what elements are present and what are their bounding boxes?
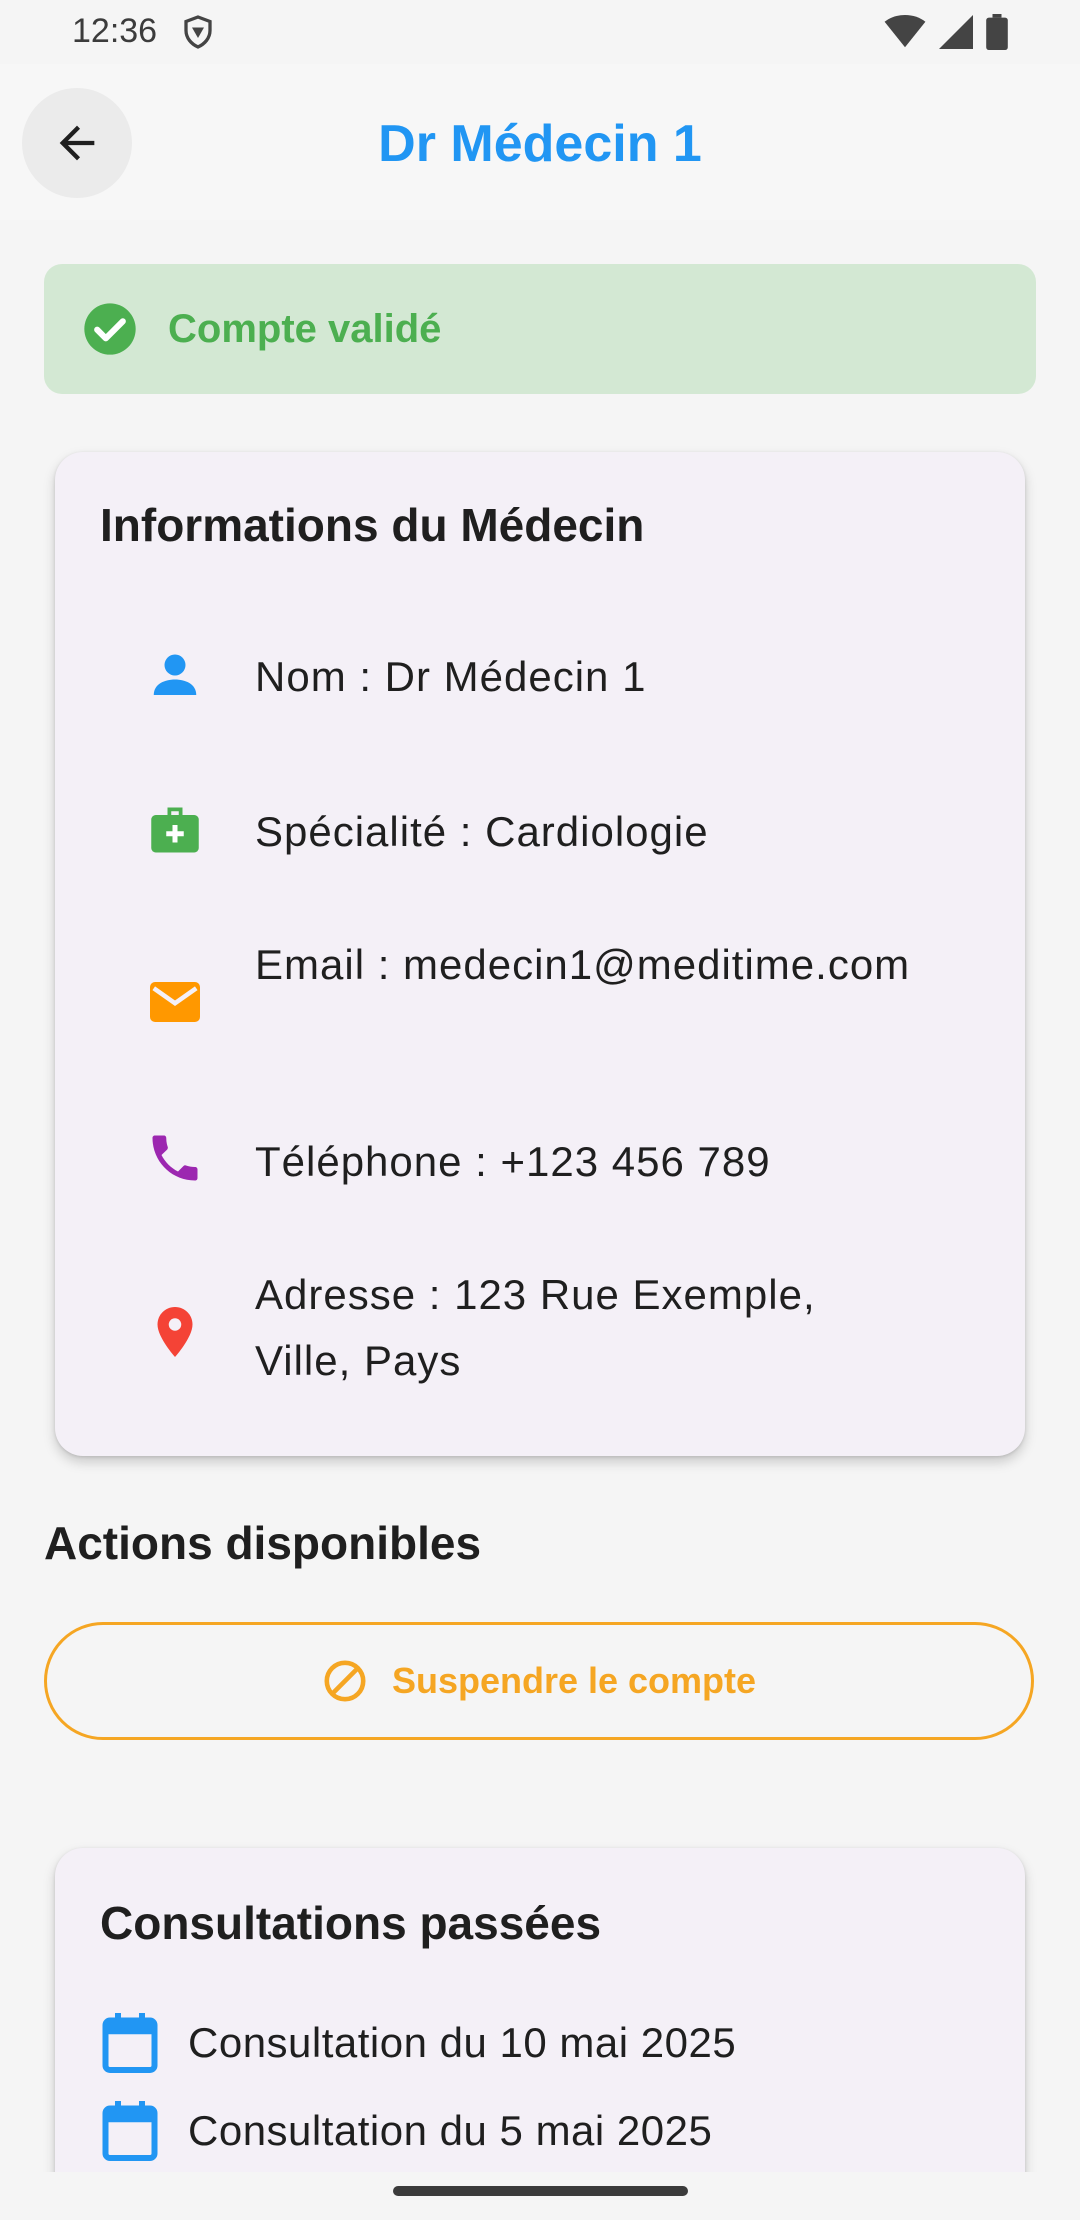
suspend-account-label: Suspendre le compte	[391, 1660, 757, 1701]
calendar-icon	[102, 2101, 158, 2161]
page-title: Dr Médecin 1	[378, 115, 702, 173]
medical-bag-icon	[151, 807, 199, 853]
email-icon	[150, 982, 200, 1022]
consultation-item[interactable]: Consultation du 10 mai 2025	[100, 2008, 736, 2078]
calendar-icon	[102, 2013, 158, 2073]
person-icon	[153, 654, 197, 695]
info-specialty-text: Spécialité : Cardiologie	[255, 808, 709, 855]
cellular-signal-icon	[939, 15, 973, 49]
info-name-text: Nom : Dr Médecin 1	[255, 653, 647, 700]
suspend-account-button[interactable]: Suspendre le compte	[44, 1622, 1034, 1740]
status-bar: 12:36	[0, 0, 1080, 64]
consultation-item-text: Consultation du 10 mai 2025	[188, 2019, 737, 2066]
doctor-info-title: Informations du Médecin	[100, 499, 645, 551]
wifi-icon	[884, 15, 926, 48]
location-pin-icon	[157, 1307, 193, 1357]
past-consultations-card: Consultations passées Consultation du 10…	[55, 1848, 1025, 2220]
info-row-specialty: Spécialité : Cardiologie	[55, 792, 1025, 872]
info-address-text: Adresse : 123 Rue Exemple, Ville, Pays	[255, 1271, 816, 1384]
info-row-email: Email : medecin1@meditime.com	[55, 932, 1025, 1072]
account-status-banner: Compte validé	[44, 264, 1036, 394]
app-bar: Dr Médecin 1	[0, 64, 1080, 220]
info-phone-text: Téléphone : +123 456 789	[255, 1138, 771, 1185]
info-row-address: Adresse : 123 Rue Exemple, Ville, Pays	[55, 1262, 1025, 1402]
shield-icon	[184, 15, 212, 49]
status-indicators	[884, 14, 1008, 50]
battery-icon	[986, 14, 1008, 50]
navigation-bar	[0, 2172, 1080, 2220]
actions-title: Actions disponibles	[44, 1517, 482, 1569]
block-icon	[324, 1660, 366, 1702]
info-row-phone: Téléphone : +123 456 789	[55, 1122, 1025, 1202]
consultation-item[interactable]: Consultation du 5 mai 2025	[100, 2096, 712, 2166]
status-time: 12:36	[72, 12, 158, 50]
phone-icon	[152, 1135, 198, 1181]
info-email-text: Email : medecin1@meditime.com	[255, 941, 911, 988]
check-circle-icon	[84, 303, 136, 355]
home-gesture-handle[interactable]	[393, 2186, 688, 2196]
account-status-text: Compte validé	[168, 306, 442, 351]
doctor-detail-screen: 12:36 Dr Médecin 1 Compte validé Informa…	[0, 0, 1080, 2220]
doctor-info-card: Informations du Médecin Nom : Dr Médecin…	[55, 452, 1025, 1456]
info-row-name: Nom : Dr Médecin 1	[55, 637, 1025, 717]
consultation-item-text: Consultation du 5 mai 2025	[188, 2107, 713, 2154]
past-consultations-title: Consultations passées	[100, 1897, 602, 1949]
